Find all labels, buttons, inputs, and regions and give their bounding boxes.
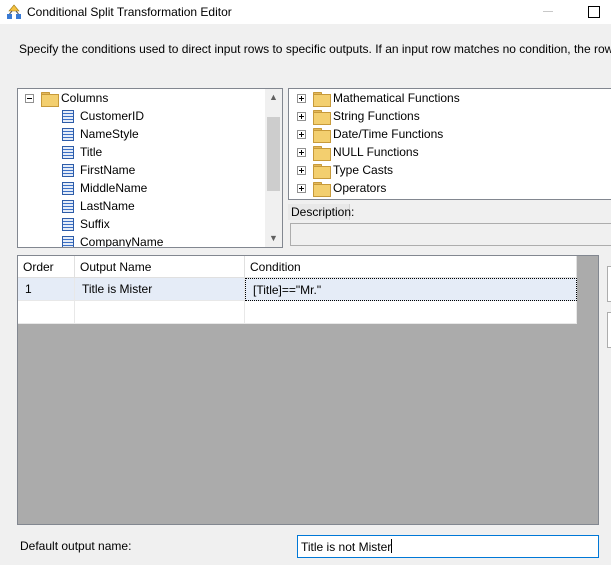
cell-order[interactable]: 1 xyxy=(18,278,75,301)
column-item[interactable]: Title xyxy=(18,143,266,161)
column-icon xyxy=(62,200,74,213)
column-item[interactable]: FirstName xyxy=(18,161,266,179)
scroll-down-icon[interactable]: ▼ xyxy=(265,230,282,247)
collapse-icon[interactable] xyxy=(25,94,34,103)
folder-icon xyxy=(313,92,331,107)
tree-node-function-group[interactable]: Operators xyxy=(289,179,609,197)
expand-icon[interactable] xyxy=(297,148,306,157)
scroll-thumb[interactable] xyxy=(267,117,280,191)
title-bar: Conditional Split Transformation Editor xyxy=(0,0,611,24)
folder-icon xyxy=(313,182,331,197)
expand-icon[interactable] xyxy=(297,112,306,121)
cell-condition-empty[interactable] xyxy=(245,301,577,324)
cell-order-empty[interactable] xyxy=(18,301,75,324)
functions-tree[interactable]: Mathematical Functions String Functions … xyxy=(288,88,611,200)
grid-header-output-name[interactable]: Output Name xyxy=(75,256,245,278)
grid-body: Order Output Name Condition 1 Title is M… xyxy=(18,256,577,324)
folder-icon xyxy=(313,110,331,125)
expand-icon[interactable] xyxy=(297,184,306,193)
move-down-button[interactable] xyxy=(607,312,611,348)
column-item[interactable]: CompanyName xyxy=(18,233,266,247)
move-up-button[interactable] xyxy=(607,266,611,302)
column-icon xyxy=(62,218,74,231)
tree-node-function-group[interactable]: NULL Functions xyxy=(289,143,609,161)
column-item[interactable]: Suffix xyxy=(18,215,266,233)
scroll-up-icon[interactable]: ▲ xyxy=(265,89,282,106)
tree-node-columns[interactable]: Columns xyxy=(18,89,266,107)
minimize-button[interactable] xyxy=(528,0,568,24)
column-icon xyxy=(62,110,74,123)
grid-header-order[interactable]: Order xyxy=(18,256,75,278)
default-output-value: Title is not Mister xyxy=(301,540,392,554)
tree-node-function-group[interactable]: Mathematical Functions xyxy=(289,89,609,107)
conditions-grid[interactable]: Order Output Name Condition 1 Title is M… xyxy=(17,255,599,525)
cell-condition[interactable]: [Title]=="Mr." xyxy=(245,278,577,301)
column-icon xyxy=(62,146,74,159)
column-icon xyxy=(62,164,74,177)
conditional-split-icon xyxy=(7,4,21,19)
column-item[interactable]: LastName xyxy=(18,197,266,215)
description-label: Description: xyxy=(288,204,354,220)
folder-icon xyxy=(313,164,331,179)
default-output-input[interactable]: Title is not Mister xyxy=(297,535,599,558)
tree-root-label: Columns xyxy=(61,91,109,105)
columns-tree[interactable]: Columns CustomerID NameStyle Title First… xyxy=(17,88,283,248)
expand-icon[interactable] xyxy=(297,166,306,175)
column-icon xyxy=(62,182,74,195)
grid-header-condition[interactable]: Condition xyxy=(245,256,577,278)
instructions-text: Specify the conditions used to direct in… xyxy=(19,42,611,56)
window-title: Conditional Split Transformation Editor xyxy=(27,5,232,19)
expand-icon[interactable] xyxy=(297,130,306,139)
columns-scrollbar[interactable]: ▲ ▼ xyxy=(265,89,282,247)
description-box xyxy=(290,223,611,246)
column-item[interactable]: NameStyle xyxy=(18,125,266,143)
text-caret xyxy=(391,539,393,553)
column-icon xyxy=(62,236,74,247)
tree-node-function-group[interactable]: Date/Time Functions xyxy=(289,125,609,143)
tree-node-function-group[interactable]: String Functions xyxy=(289,107,609,125)
column-item[interactable]: CustomerID xyxy=(18,107,266,125)
column-item[interactable]: MiddleName xyxy=(18,179,266,197)
folder-icon xyxy=(313,128,331,143)
expand-icon[interactable] xyxy=(297,94,306,103)
column-icon xyxy=(62,128,74,141)
folder-icon xyxy=(41,92,59,107)
default-output-label: Default output name: xyxy=(20,539,132,553)
folder-icon xyxy=(313,146,331,161)
maximize-button[interactable] xyxy=(573,0,611,24)
cell-output-name[interactable]: Title is Mister xyxy=(75,278,245,301)
cell-output-name-empty[interactable] xyxy=(75,301,245,324)
tree-node-function-group[interactable]: Type Casts xyxy=(289,161,609,179)
